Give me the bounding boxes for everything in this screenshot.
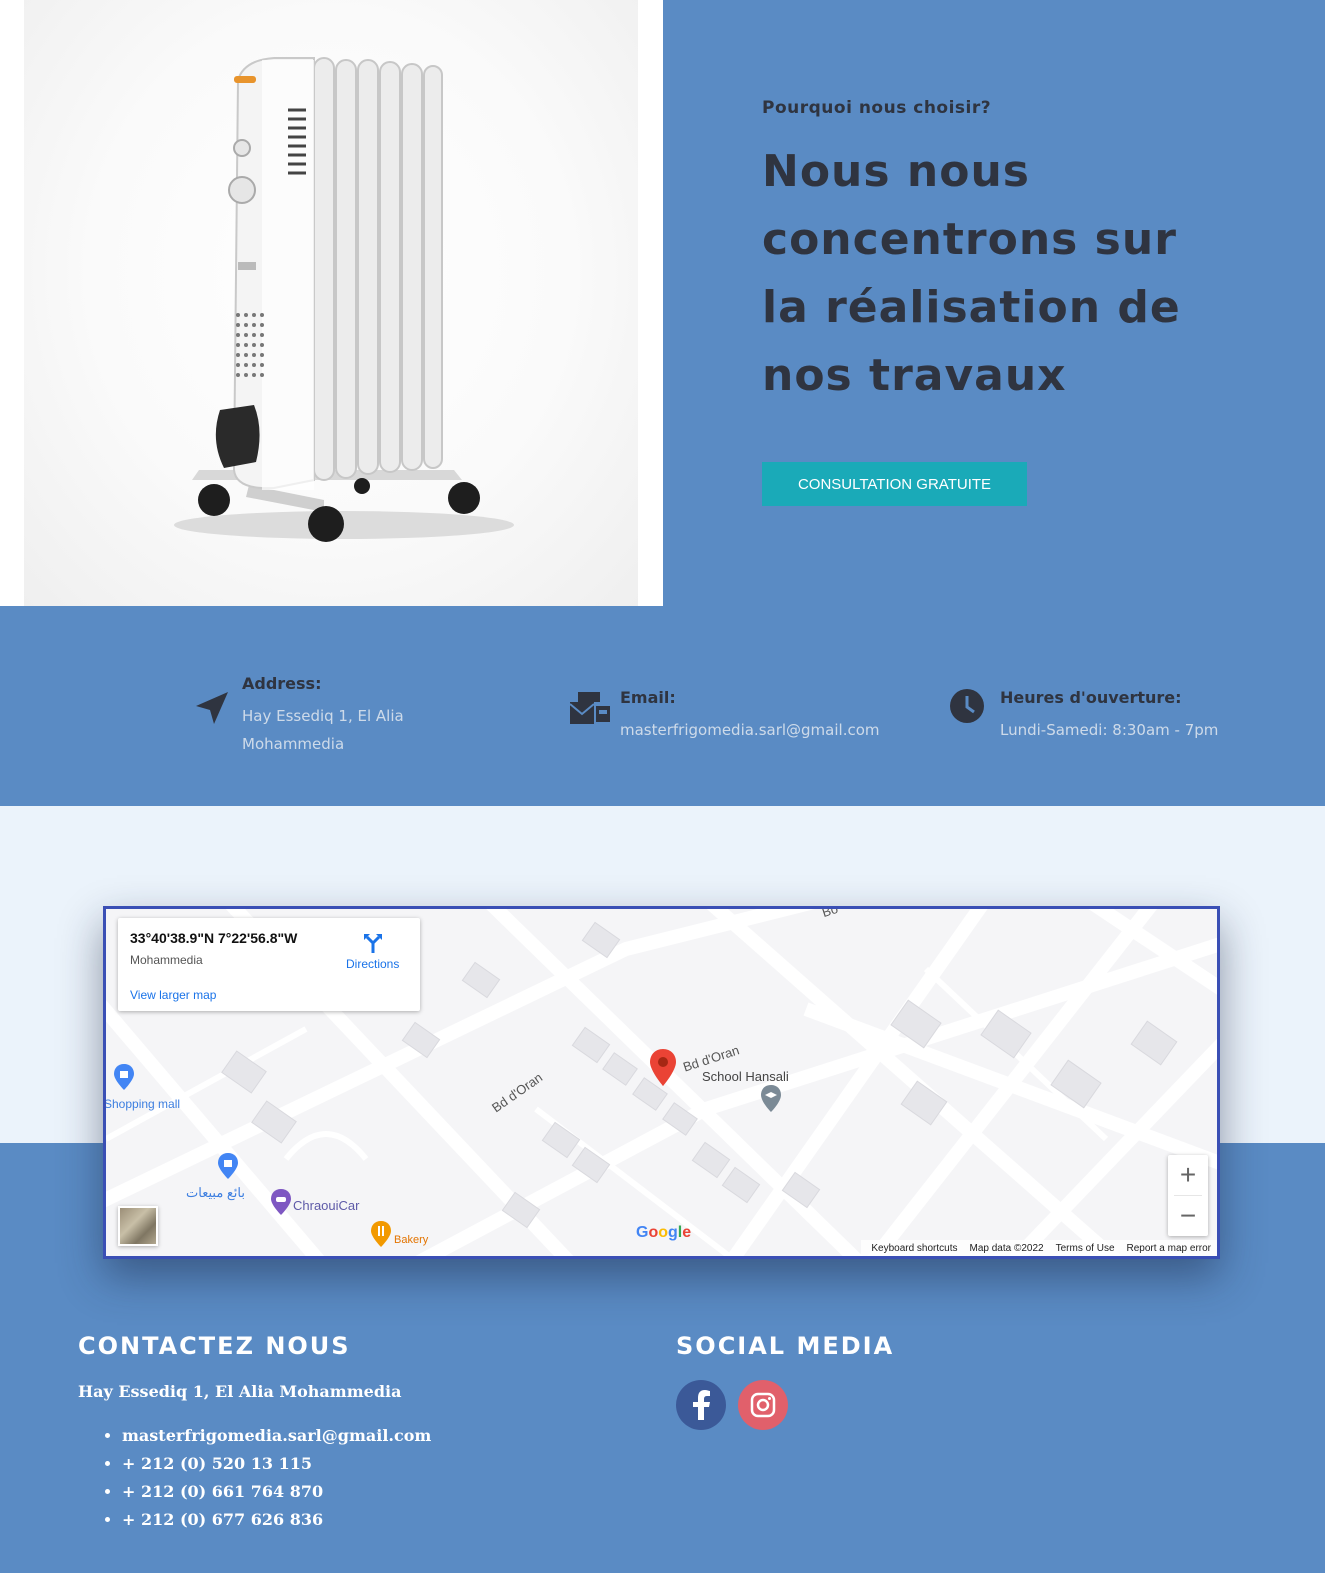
contact-email[interactable]: masterfrigomedia.sarl@gmail.com [122, 1422, 431, 1450]
map-attribution-bar: Keyboard shortcuts Map data ©2022 Terms … [861, 1240, 1217, 1256]
hours-value: Lundi-Samedi: 8:30am - 7pm [1000, 721, 1219, 739]
poi-school-hansali[interactable]: School Hansali [702, 1069, 789, 1084]
store-marker-icon[interactable] [218, 1153, 238, 1179]
contact-list: masterfrigomedia.sarl@gmail.com + 212 (0… [104, 1422, 431, 1534]
contact-phone-3[interactable]: + 212 (0) 677 626 836 [122, 1506, 431, 1534]
map-info-card: 33°40'38.9"N 7°22'56.8"W Mohammedia View… [118, 918, 420, 1011]
terms-of-use-link[interactable]: Terms of Use [1056, 1243, 1115, 1254]
directions-link[interactable]: Directions [346, 957, 399, 971]
hero-title: Nous nous concentrons sur la réalisation… [762, 146, 1181, 401]
shopping-marker-icon[interactable] [114, 1064, 134, 1090]
address-line-2: Mohammedia [242, 735, 345, 753]
free-consultation-button[interactable]: CONSULTATION GRATUITE [762, 462, 1027, 506]
contact-phone-2[interactable]: + 212 (0) 661 764 870 [122, 1478, 431, 1506]
contact-heading: CONTACTEZ NOUS [78, 1332, 351, 1360]
clock-icon [950, 689, 984, 723]
address-line-1: Hay Essediq 1, El Alia [242, 707, 404, 725]
bakery-marker-icon[interactable] [371, 1221, 391, 1247]
instagram-button[interactable] [738, 1380, 788, 1430]
satellite-toggle[interactable] [118, 1206, 158, 1246]
directions-icon[interactable] [362, 932, 384, 954]
google-logo: Google [636, 1224, 692, 1241]
hero-section: Pourquoi nous choisir? Nous nous concent… [0, 0, 1325, 606]
footer-address: Hay Essediq 1, El Alia Mohammedia [78, 1382, 402, 1401]
email-envelope-icon [570, 692, 610, 724]
email-label: Email: [620, 688, 676, 707]
poi-chraouicar[interactable]: ChraouiCar [293, 1198, 359, 1213]
facebook-icon [693, 1390, 710, 1420]
keyboard-shortcuts-link[interactable]: Keyboard shortcuts [871, 1243, 957, 1254]
zoom-controls: + − [1168, 1155, 1208, 1236]
navigation-arrow-icon [196, 692, 228, 724]
hero-kicker: Pourquoi nous choisir? [762, 98, 992, 118]
poi-arabic-store[interactable]: بائع مبيعات [186, 1185, 245, 1201]
map-coordinates: 33°40'38.9"N 7°22'56.8"W [130, 930, 298, 946]
hours-label: Heures d'ouverture: [1000, 688, 1182, 707]
email-value[interactable]: masterfrigomedia.sarl@gmail.com [620, 716, 880, 744]
school-marker-icon[interactable] [760, 1085, 782, 1113]
oil-radiator-image [24, 0, 638, 606]
map-place-name: Mohammedia [130, 953, 203, 967]
car-marker-icon[interactable] [271, 1189, 291, 1215]
contact-phone-1[interactable]: + 212 (0) 520 13 115 [122, 1450, 431, 1478]
map-pin-icon[interactable] [649, 1049, 677, 1087]
map-data-credit: Map data ©2022 [969, 1242, 1044, 1254]
report-map-error-link[interactable]: Report a map error [1127, 1243, 1211, 1254]
zoom-out-button[interactable]: − [1168, 1196, 1208, 1236]
address-label: Address: [242, 674, 322, 693]
zoom-in-button[interactable]: + [1168, 1155, 1208, 1195]
social-media-heading: SOCIAL MEDIA [676, 1332, 895, 1360]
poi-bakery[interactable]: Bakery [394, 1234, 428, 1246]
contact-info-row: Address: Hay Essediq 1, El Alia Mohammed… [0, 606, 1325, 806]
facebook-button[interactable] [676, 1380, 726, 1430]
google-map[interactable]: 33°40'38.9"N 7°22'56.8"W Mohammedia View… [103, 906, 1220, 1259]
poi-shopping-mall[interactable]: Shopping mall [106, 1097, 180, 1111]
view-larger-map-link[interactable]: View larger map [130, 988, 216, 1002]
instagram-icon [750, 1392, 776, 1418]
hero-image-frame [0, 0, 663, 606]
